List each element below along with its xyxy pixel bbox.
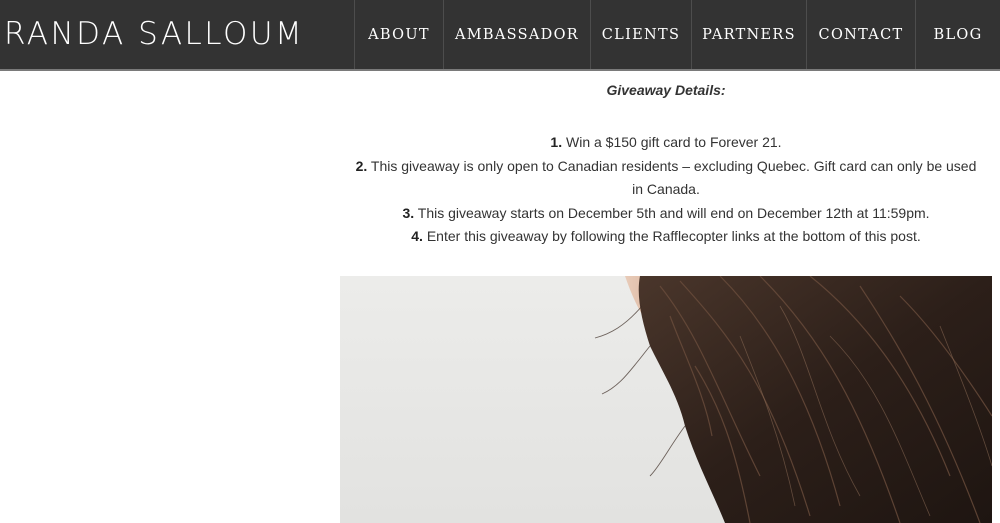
detail-number: 1. xyxy=(550,134,563,150)
hair-photo-art xyxy=(594,276,992,523)
detail-text: This giveaway starts on December 5th and… xyxy=(414,204,930,221)
nav-blog[interactable]: BLOG xyxy=(915,0,1000,69)
nav-ambassador[interactable]: AMBASSADOR xyxy=(443,0,590,69)
nav-clients[interactable]: CLIENTS xyxy=(590,0,691,69)
detail-text: Win a $150 gift card to Forever 21. xyxy=(562,134,782,150)
detail-number: 3. xyxy=(402,204,415,221)
giveaway-details-list: 1. Win a $150 gift card to Forever 21. 2… xyxy=(340,131,992,249)
site-header: RANDA SALLOUM ABOUT AMBASSADOR CLIENTS P… xyxy=(0,0,1000,71)
detail-item-4: 4. Enter this giveaway by following the … xyxy=(340,225,992,249)
site-logo[interactable]: RANDA SALLOUM xyxy=(4,14,304,54)
nav-about[interactable]: ABOUT xyxy=(354,0,443,69)
detail-text: This giveaway is only open to Canadian r… xyxy=(367,157,977,198)
giveaway-title: Giveaway Details: xyxy=(606,82,726,98)
nav-contact[interactable]: CONTACT xyxy=(806,0,915,69)
detail-text: Enter this giveaway by following the Raf… xyxy=(422,228,921,244)
hair-shape xyxy=(638,276,992,523)
nav-partners[interactable]: PARTNERS xyxy=(691,0,806,69)
main-nav: ABOUT AMBASSADOR CLIENTS PARTNERS CONTAC… xyxy=(354,0,1000,69)
detail-item-2: 2. This giveaway is only open to Canadia… xyxy=(340,155,992,202)
post-hero-photo xyxy=(340,276,992,523)
detail-number: 4. xyxy=(411,228,423,244)
detail-item-3: 3. This giveaway starts on December 5th … xyxy=(340,202,992,226)
detail-number: 2. xyxy=(355,157,368,174)
detail-item-1: 1. Win a $150 gift card to Forever 21. xyxy=(340,131,992,155)
